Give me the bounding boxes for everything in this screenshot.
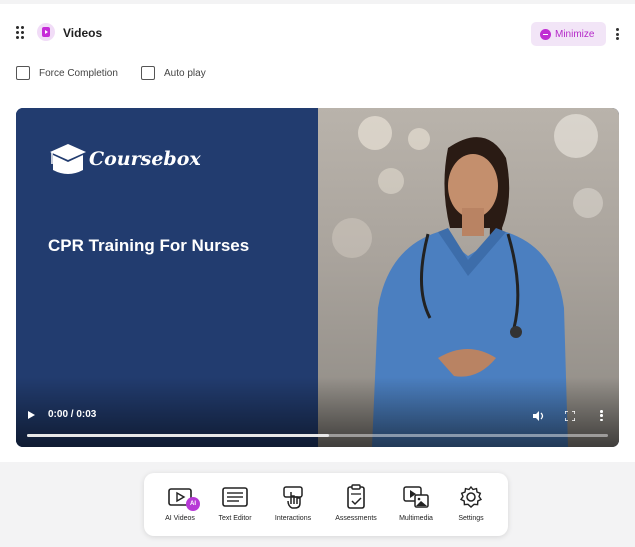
slide-title: CPR Training For Nurses xyxy=(48,236,250,255)
force-completion-option[interactable]: Force Completion xyxy=(16,66,118,80)
tool-label: AI Videos xyxy=(165,515,195,522)
tool-label: Multimedia xyxy=(399,515,433,522)
auto-play-checkbox[interactable] xyxy=(141,66,155,80)
minimize-label: Minimize xyxy=(555,28,595,40)
tool-label: Settings xyxy=(458,515,484,522)
ai-videos-tool[interactable]: AI Videos xyxy=(150,473,210,536)
minimize-icon xyxy=(540,28,551,40)
force-completion-label: Force Completion xyxy=(39,67,118,79)
multimedia-icon xyxy=(403,486,429,508)
settings-tool[interactable]: Settings xyxy=(441,473,501,536)
time-display: 0:00 / 0:03 xyxy=(48,409,97,420)
progress-fill xyxy=(27,434,330,437)
ai-badge: AI xyxy=(186,497,200,511)
progress-bar[interactable] xyxy=(27,434,608,437)
block-header: Videos Minimize xyxy=(0,4,635,60)
fullscreen-icon[interactable] xyxy=(565,411,575,421)
auto-play-label: Auto play xyxy=(164,67,206,79)
video-player[interactable]: Coursebox CPR Training For Nurses 0:00 /… xyxy=(16,108,619,447)
text-editor-icon xyxy=(222,487,248,507)
volume-icon[interactable] xyxy=(533,411,545,421)
clipboard-check-icon xyxy=(347,484,365,509)
brand-name: Coursebox xyxy=(89,148,201,170)
tool-label: Text Editor xyxy=(218,515,252,522)
section-title: Videos xyxy=(63,26,103,40)
play-icon[interactable] xyxy=(28,411,35,419)
minimize-button[interactable]: Minimize xyxy=(531,22,606,46)
video-menu-icon[interactable] xyxy=(600,410,603,421)
tool-label: Interactions xyxy=(274,515,312,522)
interactions-tool[interactable]: Interactions xyxy=(263,473,323,536)
assessments-tool[interactable]: Assessments xyxy=(326,473,386,536)
multimedia-tool[interactable]: Multimedia xyxy=(386,473,446,536)
auto-play-option[interactable]: Auto play xyxy=(141,66,206,80)
force-completion-checkbox[interactable] xyxy=(16,66,30,80)
video-block-card: Videos Minimize Force Completion Auto pl… xyxy=(0,4,635,462)
more-options-icon[interactable] xyxy=(615,28,619,40)
graduation-cap-logo-icon xyxy=(50,144,86,174)
text-editor-tool[interactable]: Text Editor xyxy=(205,473,265,536)
gear-icon xyxy=(459,485,483,508)
drag-handle-icon[interactable] xyxy=(16,26,24,39)
tool-label: Assessments xyxy=(335,515,377,522)
video-section-icon xyxy=(37,23,55,41)
pointer-hand-icon xyxy=(283,486,303,509)
